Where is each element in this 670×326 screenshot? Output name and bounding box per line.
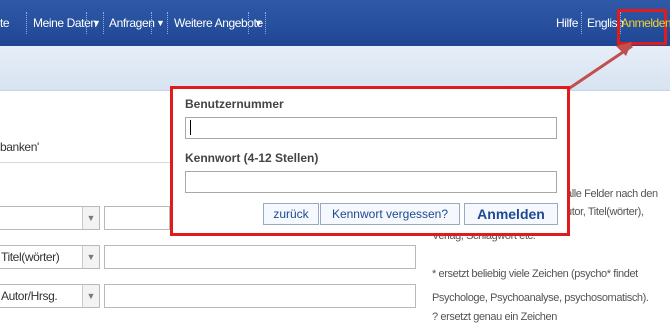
chevron-down-icon[interactable]: ▼ <box>156 0 165 46</box>
password-label: Kennwort (4-12 Stellen) <box>185 151 319 165</box>
search-term-input[interactable] <box>104 284 416 308</box>
nav-separator <box>151 12 153 34</box>
nav-separator <box>265 12 267 34</box>
help-text-line: Psychologe, Psychoanalyse, psychosomatis… <box>432 292 649 304</box>
help-text-line: utor, Titel(wörter), <box>566 206 644 218</box>
nav-separator <box>86 12 88 34</box>
chevron-down-icon: ▼ <box>82 246 99 268</box>
chevron-down-icon[interactable]: ▼ <box>92 0 101 46</box>
user-number-label: Benutzernummer <box>185 97 284 111</box>
chevron-down-icon[interactable]: ▼ <box>254 0 263 46</box>
login-popup: Benutzernummer Kennwort (4-12 Stellen) z… <box>170 86 570 236</box>
header-banner <box>0 46 670 91</box>
search-term-input[interactable] <box>104 245 416 269</box>
help-text-line: * ersetzt beliebig viele Zeichen (psycho… <box>432 268 638 280</box>
chevron-down-icon: ▼ <box>82 207 99 229</box>
nav-separator <box>26 12 28 34</box>
search-term-input[interactable] <box>104 206 170 230</box>
login-submit-button[interactable]: Anmelden <box>464 203 558 225</box>
nav-separator <box>103 12 105 34</box>
nav-login-link[interactable]: Anmelden <box>621 0 670 46</box>
help-text-line: ? ersetzt genau ein Zeichen <box>432 311 557 323</box>
help-text-line: alle Felder nach den <box>566 188 658 200</box>
text-cursor <box>190 120 191 135</box>
nav-item-anfragen[interactable]: Anfragen <box>109 0 155 46</box>
section-title: banken' <box>0 140 39 154</box>
nav-separator <box>248 12 250 34</box>
field-select[interactable]: ▼ <box>0 206 100 230</box>
user-number-field[interactable] <box>185 117 557 139</box>
forgot-password-button[interactable]: Kennwort vergessen? <box>320 203 460 225</box>
field-select[interactable]: Autor/Hrsg. ▼ <box>0 284 100 308</box>
nav-separator <box>167 12 169 34</box>
chevron-down-icon: ▼ <box>82 285 99 307</box>
top-navigation-bar: te Meine Daten ▼ Anfragen ▼ Weitere Ange… <box>0 0 670 46</box>
nav-help-link[interactable]: Hilfe <box>556 0 578 46</box>
password-field[interactable] <box>185 171 557 193</box>
select-value: Autor/Hrsg. <box>1 289 58 303</box>
field-select[interactable]: Titel(wörter) ▼ <box>0 245 100 269</box>
select-value: Titel(wörter) <box>1 250 60 264</box>
nav-item-partial[interactable]: te <box>0 0 10 46</box>
nav-separator <box>581 12 583 34</box>
back-button[interactable]: zurück <box>263 203 319 225</box>
